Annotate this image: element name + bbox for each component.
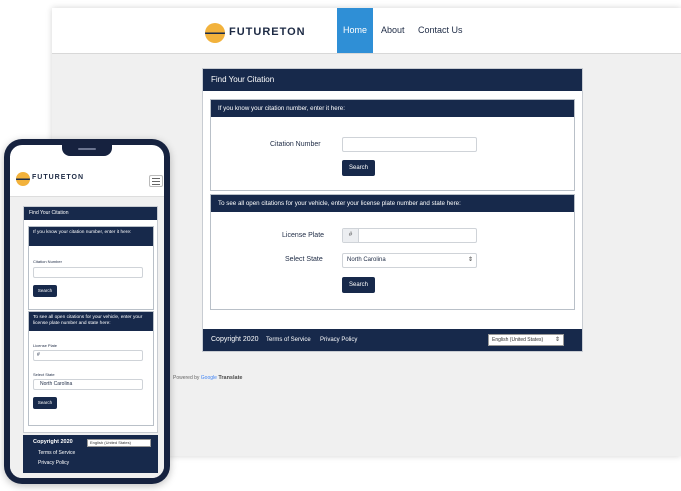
privacy-policy-link[interactable]: Privacy Policy xyxy=(38,459,69,467)
mobile-screen: FUTURETON Find Your Citation If you know… xyxy=(10,145,164,478)
phone-notch xyxy=(62,145,112,156)
citation-search-button[interactable]: Search xyxy=(33,285,57,297)
language-select[interactable]: English (United States) xyxy=(87,439,151,447)
find-citation-card: Find Your Citation If you know your cita… xyxy=(202,68,583,352)
brand-name[interactable]: FUTURETON xyxy=(32,174,84,181)
hash-prefix: # xyxy=(37,352,40,358)
section-heading: To see all open citations for your vehic… xyxy=(211,195,574,212)
privacy-policy-link[interactable]: Privacy Policy xyxy=(320,329,357,351)
mobile-phone-frame: FUTURETON Find Your Citation If you know… xyxy=(4,139,170,484)
futureton-logo-icon[interactable] xyxy=(205,23,225,43)
terms-of-service-link[interactable]: Terms of Service xyxy=(266,329,311,351)
language-select-value: English (United States) xyxy=(492,337,544,343)
translate-text: Translate xyxy=(218,375,243,381)
select-state-label: Select State xyxy=(33,372,55,377)
state-select[interactable]: North Carolina xyxy=(33,379,143,390)
select-state-label: Select State xyxy=(285,256,323,263)
site-header: FUTURETON Home About Contact Us xyxy=(52,8,681,54)
license-plate-section: To see all open citations for your vehic… xyxy=(210,194,575,310)
mobile-body: Find Your Citation If you know your cita… xyxy=(10,197,164,478)
license-plate-label: License Plate xyxy=(33,343,58,348)
mobile-header: FUTURETON xyxy=(10,156,164,197)
citation-search-button[interactable]: Search xyxy=(342,160,375,176)
language-select[interactable]: English (United States) ⇕ xyxy=(488,334,564,346)
section-heading: If you know your citation number, enter … xyxy=(29,227,153,246)
plate-search-button[interactable]: Search xyxy=(33,397,57,409)
license-plate-input[interactable]: # xyxy=(342,228,477,243)
card-title: Find Your Citation xyxy=(203,69,582,91)
citation-number-section: If you know your citation number, enter … xyxy=(28,226,154,310)
language-select-value: English (United States) xyxy=(90,440,131,445)
citation-number-label: Citation Number xyxy=(33,259,62,264)
plate-search-button[interactable]: Search xyxy=(342,277,375,293)
brand-name[interactable]: FUTURETON xyxy=(229,26,306,38)
powered-by-google-translate: Powered by Google Translate xyxy=(173,375,242,381)
mobile-footer: Copyright 2020 English (United States) T… xyxy=(23,435,158,473)
license-plate-section: To see all open citations for your vehic… xyxy=(28,311,154,426)
hamburger-menu-icon[interactable] xyxy=(149,175,163,187)
citation-number-input[interactable] xyxy=(342,137,477,152)
section-heading: If you know your citation number, enter … xyxy=(211,100,574,117)
copyright-text: Copyright 2020 xyxy=(211,336,259,343)
nav-home[interactable]: Home xyxy=(337,8,373,53)
state-select[interactable]: North Carolina ⇕ xyxy=(342,253,477,268)
state-select-value: North Carolina xyxy=(347,257,386,263)
nav-contact-us[interactable]: Contact Us xyxy=(418,8,463,53)
section-heading: To see all open citations for your vehic… xyxy=(29,312,153,331)
citation-number-label: Citation Number xyxy=(270,141,321,148)
futureton-logo-icon[interactable] xyxy=(16,172,30,186)
license-plate-label: License Plate xyxy=(282,232,325,239)
card-title: Find Your Citation xyxy=(24,207,157,220)
card-footer: Copyright 2020 Terms of Service Privacy … xyxy=(203,329,582,351)
powered-by-text: Powered by xyxy=(173,375,200,381)
citation-number-input[interactable] xyxy=(33,267,143,278)
terms-of-service-link[interactable]: Terms of Service xyxy=(38,449,75,457)
nav-about[interactable]: About xyxy=(381,8,405,53)
copyright-text: Copyright 2020 xyxy=(33,439,73,445)
google-logo: Google xyxy=(200,375,217,381)
select-arrows-icon: ⇕ xyxy=(467,257,473,263)
find-citation-card: Find Your Citation If you know your cita… xyxy=(23,206,158,433)
citation-number-section: If you know your citation number, enter … xyxy=(210,99,575,191)
hash-prefix: # xyxy=(343,229,359,242)
license-plate-input[interactable]: # xyxy=(33,350,143,361)
select-arrows-icon: ⇕ xyxy=(554,337,560,343)
